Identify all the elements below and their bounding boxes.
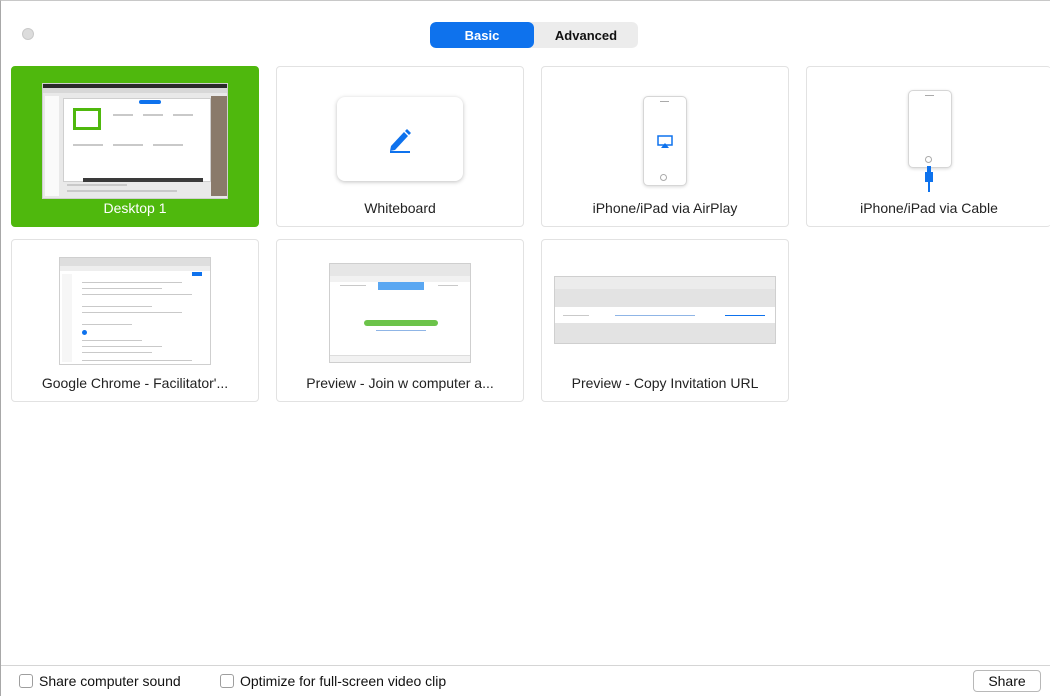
card-label: Preview - Copy Invitation URL	[571, 375, 759, 391]
bottom-bar: Share computer sound Optimize for full-s…	[1, 665, 1050, 698]
card-label: Google Chrome - Facilitator'...	[41, 375, 229, 391]
card-label: Preview - Join w computer a...	[306, 375, 494, 391]
window-close-button[interactable]	[22, 28, 34, 40]
card-label: iPhone/iPad via Cable	[860, 200, 998, 216]
share-option-preview-copy-url[interactable]: Preview - Copy Invitation URL	[541, 239, 789, 402]
phone-thumbnail	[643, 96, 687, 186]
share-option-desktop-1[interactable]: Desktop 1	[11, 66, 259, 227]
share-option-airplay[interactable]: iPhone/iPad via AirPlay	[541, 66, 789, 227]
cable-icon	[925, 166, 933, 192]
share-option-preview-join[interactable]: Preview - Join w computer a...	[276, 239, 524, 402]
preview-window-thumbnail	[554, 276, 776, 344]
phone-thumbnail	[908, 90, 952, 168]
checkbox-label: Share computer sound	[39, 673, 181, 689]
card-label: Desktop 1	[103, 200, 167, 216]
share-screen-window: Basic Advanced Desktop 1 Whiteboard iPho…	[0, 0, 1050, 696]
chrome-window-thumbnail	[59, 257, 211, 365]
airplay-icon	[657, 135, 673, 148]
share-option-whiteboard[interactable]: Whiteboard	[276, 66, 524, 227]
pencil-icon	[390, 129, 411, 153]
tab-basic[interactable]: Basic	[430, 22, 534, 48]
mode-segmented-control: Basic Advanced	[430, 22, 638, 48]
share-computer-sound-checkbox[interactable]: Share computer sound	[19, 673, 181, 689]
optimize-video-checkbox[interactable]: Optimize for full-screen video clip	[220, 673, 446, 689]
checkbox-box[interactable]	[19, 674, 33, 688]
checkbox-box[interactable]	[220, 674, 234, 688]
share-option-cable[interactable]: iPhone/iPad via Cable	[806, 66, 1050, 227]
desktop-thumbnail	[12, 67, 258, 201]
whiteboard-thumbnail	[337, 97, 463, 181]
card-label: iPhone/iPad via AirPlay	[592, 200, 738, 216]
checkbox-label: Optimize for full-screen video clip	[240, 673, 447, 689]
share-option-chrome-window[interactable]: Google Chrome - Facilitator'...	[11, 239, 259, 402]
preview-window-thumbnail	[329, 263, 471, 363]
card-label: Whiteboard	[364, 200, 436, 216]
share-button[interactable]: Share	[973, 670, 1041, 692]
tab-advanced[interactable]: Advanced	[534, 22, 638, 48]
